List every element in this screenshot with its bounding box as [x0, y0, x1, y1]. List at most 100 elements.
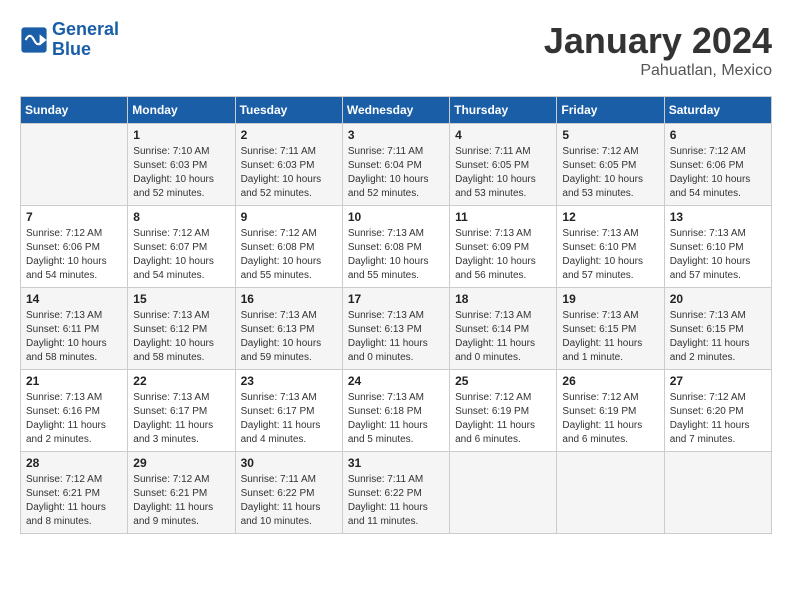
calendar-day-cell: 27 Sunrise: 7:12 AM Sunset: 6:20 PM Dayli…	[664, 370, 771, 452]
day-info: Sunrise: 7:13 AM Sunset: 6:09 PM Dayligh…	[455, 227, 551, 283]
day-info: Sunrise: 7:13 AM Sunset: 6:18 PM Dayligh…	[348, 391, 444, 447]
logo-general: General	[52, 19, 119, 39]
day-number: 7	[26, 210, 122, 224]
main-title: January 2024	[544, 20, 772, 62]
day-info: Sunrise: 7:12 AM Sunset: 6:06 PM Dayligh…	[670, 145, 766, 201]
day-number: 9	[241, 210, 337, 224]
day-number: 18	[455, 292, 551, 306]
calendar-day-cell	[21, 124, 128, 206]
weekday-header-cell: Wednesday	[342, 97, 449, 124]
day-number: 30	[241, 456, 337, 470]
day-info: Sunrise: 7:13 AM Sunset: 6:15 PM Dayligh…	[562, 309, 658, 365]
day-info: Sunrise: 7:10 AM Sunset: 6:03 PM Dayligh…	[133, 145, 229, 201]
day-info: Sunrise: 7:13 AM Sunset: 6:10 PM Dayligh…	[670, 227, 766, 283]
day-number: 21	[26, 374, 122, 388]
day-info: Sunrise: 7:13 AM Sunset: 6:17 PM Dayligh…	[241, 391, 337, 447]
day-number: 14	[26, 292, 122, 306]
calendar-day-cell	[450, 452, 557, 534]
day-number: 22	[133, 374, 229, 388]
day-info: Sunrise: 7:13 AM Sunset: 6:17 PM Dayligh…	[133, 391, 229, 447]
day-number: 27	[670, 374, 766, 388]
day-info: Sunrise: 7:13 AM Sunset: 6:12 PM Dayligh…	[133, 309, 229, 365]
calendar-week-row: 1 Sunrise: 7:10 AM Sunset: 6:03 PM Daylig…	[21, 124, 772, 206]
weekday-header-cell: Monday	[128, 97, 235, 124]
day-number: 6	[670, 128, 766, 142]
logo-icon	[20, 26, 48, 54]
calendar-day-cell: 2 Sunrise: 7:11 AM Sunset: 6:03 PM Daylig…	[235, 124, 342, 206]
weekday-header-cell: Tuesday	[235, 97, 342, 124]
logo-text: General Blue	[52, 20, 119, 60]
day-info: Sunrise: 7:11 AM Sunset: 6:05 PM Dayligh…	[455, 145, 551, 201]
calendar-day-cell: 26Sunrise: 7:12 AM Sunset: 6:19 PM Dayli…	[557, 370, 664, 452]
calendar-week-row: 28Sunrise: 7:12 AM Sunset: 6:21 PM Dayli…	[21, 452, 772, 534]
calendar-day-cell: 11Sunrise: 7:13 AM Sunset: 6:09 PM Dayli…	[450, 206, 557, 288]
calendar-day-cell: 14 Sunrise: 7:13 AM Sunset: 6:11 PM Dayli…	[21, 288, 128, 370]
day-info: Sunrise: 7:12 AM Sunset: 6:06 PM Dayligh…	[26, 227, 122, 283]
day-info: Sunrise: 7:13 AM Sunset: 6:13 PM Dayligh…	[348, 309, 444, 365]
calendar-day-cell: 15 Sunrise: 7:13 AM Sunset: 6:12 PM Dayli…	[128, 288, 235, 370]
day-info: Sunrise: 7:12 AM Sunset: 6:07 PM Dayligh…	[133, 227, 229, 283]
header: General Blue January 2024 Pahuatlan, Mex…	[20, 20, 772, 80]
calendar-week-row: 7 Sunrise: 7:12 AM Sunset: 6:06 PM Daylig…	[21, 206, 772, 288]
calendar-day-cell	[664, 452, 771, 534]
calendar-day-cell: 6 Sunrise: 7:12 AM Sunset: 6:06 PM Daylig…	[664, 124, 771, 206]
calendar-day-cell: 16 Sunrise: 7:13 AM Sunset: 6:13 PM Dayli…	[235, 288, 342, 370]
day-number: 24	[348, 374, 444, 388]
calendar-day-cell: 3 Sunrise: 7:11 AM Sunset: 6:04 PM Daylig…	[342, 124, 449, 206]
calendar-day-cell: 22 Sunrise: 7:13 AM Sunset: 6:17 PM Dayli…	[128, 370, 235, 452]
calendar-day-cell: 20 Sunrise: 7:13 AM Sunset: 6:15 PM Dayli…	[664, 288, 771, 370]
day-info: Sunrise: 7:12 AM Sunset: 6:20 PM Dayligh…	[670, 391, 766, 447]
calendar-day-cell: 7 Sunrise: 7:12 AM Sunset: 6:06 PM Daylig…	[21, 206, 128, 288]
day-number: 16	[241, 292, 337, 306]
subtitle: Pahuatlan, Mexico	[544, 62, 772, 80]
weekday-header-row: SundayMondayTuesdayWednesdayThursdayFrid…	[21, 97, 772, 124]
calendar-day-cell: 17Sunrise: 7:13 AM Sunset: 6:13 PM Dayli…	[342, 288, 449, 370]
day-info: Sunrise: 7:13 AM Sunset: 6:14 PM Dayligh…	[455, 309, 551, 365]
day-number: 12	[562, 210, 658, 224]
calendar-day-cell: 18 Sunrise: 7:13 AM Sunset: 6:14 PM Dayli…	[450, 288, 557, 370]
day-number: 20	[670, 292, 766, 306]
calendar-day-cell: 28Sunrise: 7:12 AM Sunset: 6:21 PM Dayli…	[21, 452, 128, 534]
day-number: 4	[455, 128, 551, 142]
day-number: 19	[562, 292, 658, 306]
day-number: 29	[133, 456, 229, 470]
calendar-day-cell: 4 Sunrise: 7:11 AM Sunset: 6:05 PM Daylig…	[450, 124, 557, 206]
day-number: 3	[348, 128, 444, 142]
day-number: 15	[133, 292, 229, 306]
day-info: Sunrise: 7:13 AM Sunset: 6:11 PM Dayligh…	[26, 309, 122, 365]
day-info: Sunrise: 7:12 AM Sunset: 6:19 PM Dayligh…	[455, 391, 551, 447]
calendar-day-cell: 25 Sunrise: 7:12 AM Sunset: 6:19 PM Dayli…	[450, 370, 557, 452]
calendar-day-cell: 21Sunrise: 7:13 AM Sunset: 6:16 PM Dayli…	[21, 370, 128, 452]
calendar-day-cell: 23 Sunrise: 7:13 AM Sunset: 6:17 PM Dayli…	[235, 370, 342, 452]
calendar-day-cell: 29Sunrise: 7:12 AM Sunset: 6:21 PM Dayli…	[128, 452, 235, 534]
day-info: Sunrise: 7:11 AM Sunset: 6:04 PM Dayligh…	[348, 145, 444, 201]
day-number: 31	[348, 456, 444, 470]
day-number: 26	[562, 374, 658, 388]
day-number: 10	[348, 210, 444, 224]
day-info: Sunrise: 7:13 AM Sunset: 6:15 PM Dayligh…	[670, 309, 766, 365]
weekday-header-cell: Friday	[557, 97, 664, 124]
day-info: Sunrise: 7:11 AM Sunset: 6:22 PM Dayligh…	[241, 473, 337, 529]
calendar-week-row: 14 Sunrise: 7:13 AM Sunset: 6:11 PM Dayli…	[21, 288, 772, 370]
calendar-day-cell: 31 Sunrise: 7:11 AM Sunset: 6:22 PM Dayli…	[342, 452, 449, 534]
day-number: 8	[133, 210, 229, 224]
weekday-header-cell: Saturday	[664, 97, 771, 124]
day-info: Sunrise: 7:11 AM Sunset: 6:22 PM Dayligh…	[348, 473, 444, 529]
calendar-day-cell: 24 Sunrise: 7:13 AM Sunset: 6:18 PM Dayli…	[342, 370, 449, 452]
day-number: 2	[241, 128, 337, 142]
calendar-day-cell: 9 Sunrise: 7:12 AM Sunset: 6:08 PM Daylig…	[235, 206, 342, 288]
day-info: Sunrise: 7:12 AM Sunset: 6:21 PM Dayligh…	[26, 473, 122, 529]
day-number: 23	[241, 374, 337, 388]
calendar-day-cell: 10 Sunrise: 7:13 AM Sunset: 6:08 PM Dayli…	[342, 206, 449, 288]
day-info: Sunrise: 7:13 AM Sunset: 6:08 PM Dayligh…	[348, 227, 444, 283]
day-info: Sunrise: 7:11 AM Sunset: 6:03 PM Dayligh…	[241, 145, 337, 201]
calendar-day-cell: 30 Sunrise: 7:11 AM Sunset: 6:22 PM Dayli…	[235, 452, 342, 534]
calendar-day-cell: 5Sunrise: 7:12 AM Sunset: 6:05 PM Daylig…	[557, 124, 664, 206]
day-info: Sunrise: 7:12 AM Sunset: 6:05 PM Dayligh…	[562, 145, 658, 201]
calendar-day-cell: 1 Sunrise: 7:10 AM Sunset: 6:03 PM Daylig…	[128, 124, 235, 206]
day-info: Sunrise: 7:13 AM Sunset: 6:13 PM Dayligh…	[241, 309, 337, 365]
day-number: 25	[455, 374, 551, 388]
day-info: Sunrise: 7:12 AM Sunset: 6:08 PM Dayligh…	[241, 227, 337, 283]
day-number: 1	[133, 128, 229, 142]
logo: General Blue	[20, 20, 119, 60]
